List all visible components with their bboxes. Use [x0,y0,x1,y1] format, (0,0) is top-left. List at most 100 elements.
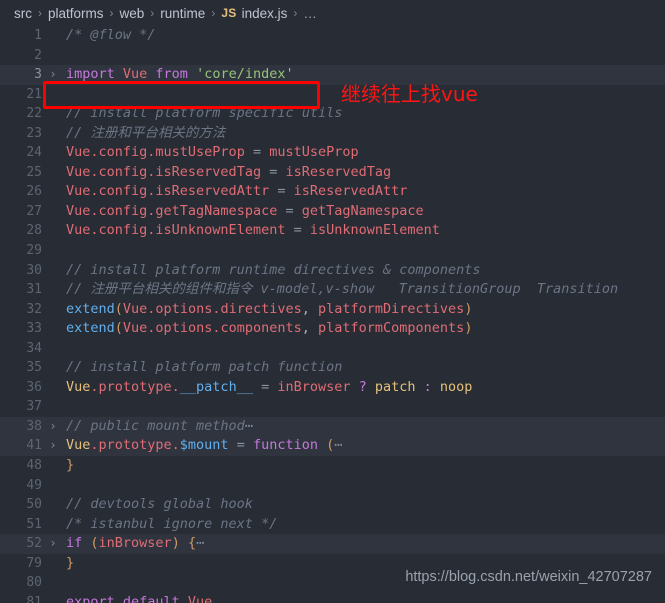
code-line: 22 // install platform specific utils [0,104,665,124]
code-token: extend [66,320,115,337]
code-token: noop [439,378,473,395]
code-token: .config.mustUseProp [90,144,245,161]
code-line: 81 export default Vue [0,593,665,603]
breadcrumb-item-file[interactable]: index.js [242,6,288,21]
code-token: Vue [66,202,91,219]
code-token: = [269,183,294,200]
code-line-folded: 41 › Vue.prototype.$mount = function (⋯ [0,436,665,457]
code-token: Vue [66,222,91,239]
code-token: ) [464,300,473,317]
chevron-right-icon: › [38,6,42,20]
code-token: isReservedTag [285,163,392,180]
code-token: inBrowser [98,535,172,552]
code-token: __patch__ [179,378,253,395]
fold-ellipsis-icon[interactable]: ⋯ [245,418,253,434]
code-token: // install platform runtime directives &… [66,261,481,278]
code-token: .config.isReservedTag [90,163,262,180]
code-token: import [66,66,115,83]
line-number: 26 [26,184,42,200]
code-line: 27 Vue.config.getTagNamespace = getTagNa… [0,202,665,222]
code-token: Vue [66,437,91,454]
fold-chevron-icon[interactable]: › [46,534,60,554]
fold-chevron-icon[interactable]: › [46,65,60,85]
code-token: ( [114,300,123,317]
watermark-url: https://blog.csdn.net/weixin_42707287 [405,569,652,586]
fold-chevron-icon[interactable]: › [46,436,60,456]
code-token: Vue [66,378,91,395]
breadcrumb-item-runtime[interactable]: runtime [160,6,205,21]
line-number: 33 [26,321,42,337]
code-token: patch [374,378,416,395]
code-token: : [415,378,440,395]
code-token: .prototype. [90,437,180,454]
code-token: // 注册和平台相关的方法 [66,124,226,141]
line-number: 34 [26,340,42,356]
fold-ellipsis-icon[interactable]: ⋯ [196,535,204,551]
chevron-right-icon: › [109,6,114,20]
line-number: 24 [26,145,42,161]
breadcrumb-item-web[interactable]: web [120,6,145,21]
code-token: // 注册平台相关的组件和指令 v-model,v-show Transitio… [66,281,619,298]
breadcrumb: src › platforms › web › runtime › JS ind… [0,0,665,26]
code-line: 23 // 注册和平台相关的方法 [0,124,665,144]
line-number: 27 [26,203,42,219]
code-token: = [285,222,310,239]
breadcrumb-overflow[interactable]: … [303,6,317,21]
code-line: 26 Vue.config.isReservedAttr = isReserve… [0,182,665,202]
code-line: 25 Vue.config.isReservedTag = isReserved… [0,163,665,183]
code-line-import-vue: 3 › import Vue from 'core/index' [0,65,665,85]
code-token: inBrowser [277,378,351,395]
code-token: Vue [66,183,91,200]
code-token: ( [82,535,99,552]
code-editor[interactable]: 1 /* @flow */ 2 3 › import Vue from 'cor… [0,26,665,603]
code-line: 1 /* @flow */ [0,26,665,46]
code-token: mustUseProp [269,144,359,161]
code-token: .prototype. [90,378,180,395]
line-number: 41 [26,438,42,454]
breadcrumb-item-src[interactable]: src [14,6,32,21]
code-line: 36 Vue.prototype.__patch__ = inBrowser ?… [0,378,665,398]
code-line: 34 [0,339,665,359]
line-number: 32 [26,301,42,317]
code-token: , [301,300,318,317]
code-line: 37 [0,397,665,417]
line-number: 37 [26,399,42,415]
code-token: Vue [66,163,91,180]
chevron-right-icon: › [211,6,216,20]
code-token: Vue [179,593,213,603]
code-token: { [187,535,197,552]
code-line: 32 extend(Vue.options.directives, platfo… [0,300,665,320]
code-token: ) [464,320,473,337]
code-line: 30 // install platform runtime directive… [0,261,665,281]
fold-ellipsis-icon[interactable]: ⋯ [334,437,342,453]
code-token: = [228,437,253,454]
code-token: export default [66,593,180,603]
line-number: 50 [26,497,42,513]
code-token: Vue.options.directives [122,300,302,317]
line-number: 36 [26,379,42,395]
line-number: 21 [26,86,42,102]
code-token: .config.getTagNamespace [90,202,278,219]
code-token: // public mount method [66,417,245,434]
code-token: isReservedAttr [293,183,408,200]
code-line: 24 Vue.config.mustUseProp = mustUseProp [0,143,665,163]
breadcrumb-item-platforms[interactable]: platforms [48,6,104,21]
line-number: 81 [26,594,42,603]
code-token: if [66,535,83,552]
code-token: ( [318,437,335,454]
code-line: 21 [0,85,665,105]
line-number: 29 [26,243,42,259]
code-line-folded: 52 › if (inBrowser) {⋯ [0,534,665,554]
fold-chevron-icon[interactable]: › [46,417,60,437]
line-number: 2 [34,47,42,63]
code-token: Vue [114,66,156,83]
line-number: 22 [26,106,42,122]
code-token: , [301,320,318,337]
code-token: getTagNamespace [301,202,424,219]
code-line: 33 extend(Vue.options.components, platfo… [0,319,665,339]
code-token: .config.isUnknownElement [90,222,286,239]
code-token: /* istanbul ignore next */ [66,515,278,532]
code-token: = [261,163,286,180]
code-token: // install platform specific utils [66,105,343,122]
code-token: ? [350,378,375,395]
